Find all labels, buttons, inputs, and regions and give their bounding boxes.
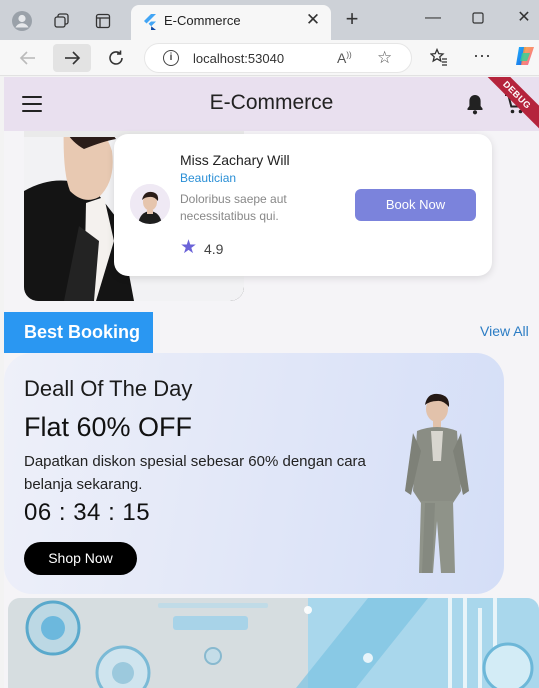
stylist-role: Beautician [180,171,237,185]
info-icon[interactable]: i [163,50,179,66]
more-icon[interactable]: ··· [470,45,494,67]
book-now-button[interactable]: Book Now [355,189,476,221]
app-viewport: E-Commerce DEBUG Miss Zachary Will Beaut… [4,77,539,688]
reload-icon[interactable] [97,44,135,72]
deal-description: Dapatkan diskon spesial sebesar 60% deng… [24,453,366,493]
deal-of-the-day-card: Deall Of The Day Flat 60% OFF Dapatkan d… [4,353,504,594]
section-title: Best Booking [4,312,153,353]
tab-ecommerce[interactable]: E-Commerce ✕ [131,5,331,40]
app-bar: E-Commerce DEBUG [4,77,539,137]
address-bar: i localhost:53040 A)) ☆ ··· [0,40,539,76]
view-all-link[interactable]: View All [480,323,529,339]
window-close-icon[interactable]: ✕ [512,7,536,31]
countdown-timer: 06 : 34 : 15 [24,499,151,526]
new-tab-icon[interactable]: + [340,8,364,32]
star-icon: ★ [180,237,198,258]
minimize-icon[interactable]: — [421,7,445,31]
workspaces-icon[interactable] [49,8,75,34]
deal-offer: Flat 60% OFF [24,412,193,442]
notification-bell-icon[interactable] [465,93,485,115]
model-image [405,393,469,573]
back-icon[interactable] [9,44,47,72]
deal-title: Deall Of The Day [24,376,193,401]
favorites-icon[interactable] [427,47,451,70]
stylist-name: Miss Zachary Will [180,152,290,168]
stylist-description: Doloribus saepe aut necessitatibus qui. [180,192,287,223]
tab-actions-icon[interactable] [90,8,116,34]
close-icon[interactable]: ✕ [303,10,323,30]
app-title: E-Commerce [209,91,334,114]
promo-banner[interactable] [8,598,539,688]
browser-window: E-Commerce ✕ + — ✕ i localhost:53040 A))… [0,0,539,688]
forward-icon[interactable] [53,44,91,72]
tab-strip: E-Commerce ✕ + — ✕ [0,0,539,40]
favorite-icon[interactable]: ☆ [377,48,392,68]
read-aloud-icon[interactable]: A)) [337,50,352,66]
shop-now-button[interactable]: Shop Now [24,542,137,575]
maximize-icon[interactable] [466,7,490,31]
booking-card[interactable]: Miss Zachary Will Beautician Doloribus s… [114,134,492,276]
profile-icon[interactable] [9,8,35,34]
avatar [130,184,170,224]
flutter-favicon [144,14,156,30]
stylist-rating: 4.9 [204,241,224,257]
copilot-icon[interactable] [513,44,537,68]
tab-title: E-Commerce [164,13,241,28]
url-text: localhost:53040 [193,51,285,66]
url-field[interactable]: i localhost:53040 A)) ☆ [144,43,412,73]
